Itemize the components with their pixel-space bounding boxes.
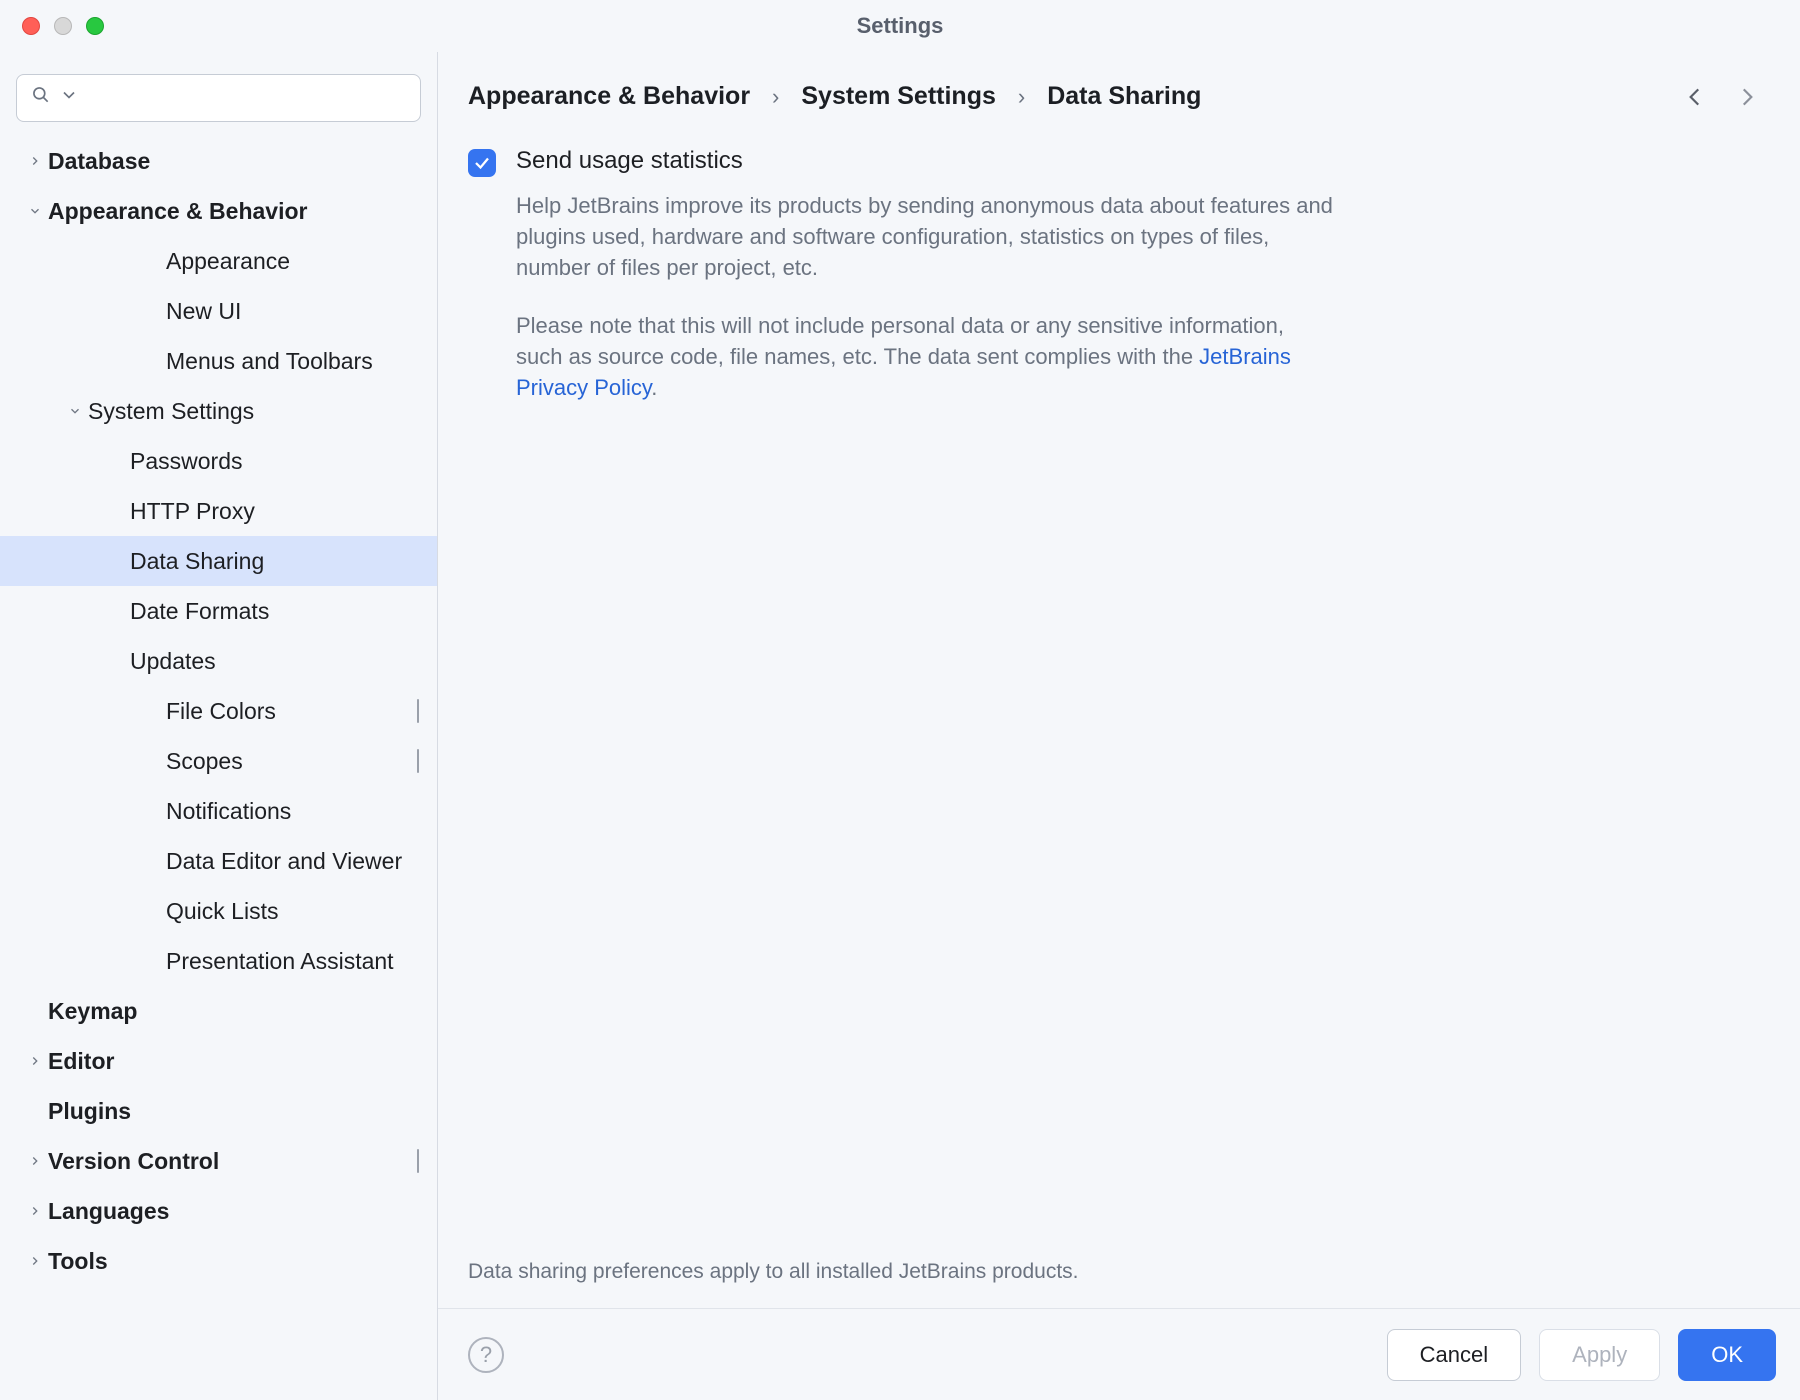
- tree-item[interactable]: Plugins: [0, 1086, 437, 1136]
- back-arrow-icon[interactable]: [1682, 84, 1708, 110]
- tree-item[interactable]: System Settings: [0, 386, 437, 436]
- tree-item-label: Notifications: [166, 798, 291, 825]
- breadcrumb-item[interactable]: System Settings: [801, 82, 996, 111]
- cancel-button[interactable]: Cancel: [1387, 1329, 1521, 1381]
- tree-item-label: Version Control: [48, 1148, 219, 1175]
- forward-arrow-icon: [1734, 84, 1760, 110]
- tree-item-label: File Colors: [166, 698, 276, 725]
- send-usage-statistics-label: Send usage statistics: [516, 147, 743, 175]
- tree-item-label: Appearance: [166, 248, 290, 275]
- tree-item[interactable]: HTTP Proxy: [0, 486, 437, 536]
- tree-item[interactable]: Data Sharing: [0, 536, 437, 586]
- tree-item[interactable]: Data Editor and Viewer: [0, 836, 437, 886]
- scope-box-icon: [417, 750, 419, 773]
- chevron-right-icon: [26, 152, 44, 170]
- tree-item[interactable]: Scopes: [0, 736, 437, 786]
- content-area: Send usage statistics Help JetBrains imp…: [438, 137, 1800, 1260]
- tree-item[interactable]: Menus and Toolbars: [0, 336, 437, 386]
- tree-item-label: Plugins: [48, 1098, 131, 1125]
- tree-item[interactable]: New UI: [0, 286, 437, 336]
- tree-item[interactable]: Tools: [0, 1236, 437, 1286]
- tree-item[interactable]: Appearance & Behavior: [0, 186, 437, 236]
- tree-item-label: Languages: [48, 1198, 169, 1225]
- apply-button: Apply: [1539, 1329, 1660, 1381]
- ok-button[interactable]: OK: [1678, 1329, 1776, 1381]
- tree-item[interactable]: Passwords: [0, 436, 437, 486]
- chevron-right-icon: ›: [772, 84, 779, 110]
- tree-item-label: Keymap: [48, 998, 137, 1025]
- tree-item[interactable]: Languages: [0, 1186, 437, 1236]
- tree-item-label: Database: [48, 148, 150, 175]
- description-paragraph: Help JetBrains improve its products by s…: [516, 191, 1336, 283]
- tree-item-label: HTTP Proxy: [130, 498, 255, 525]
- chevron-right-icon: ›: [1018, 84, 1025, 110]
- description-paragraph: Please note that this will not include p…: [516, 311, 1336, 403]
- sidebar: Database Appearance & Behavior Appearance N…: [0, 52, 438, 1400]
- search-input[interactable]: [87, 87, 406, 110]
- tree-item[interactable]: Editor: [0, 1036, 437, 1086]
- window-title: Settings: [0, 13, 1800, 39]
- tree-item-label: Data Sharing: [130, 548, 264, 575]
- minimize-window-button[interactable]: [54, 17, 72, 35]
- settings-tree[interactable]: Database Appearance & Behavior Appearance N…: [0, 136, 437, 1400]
- chevron-right-icon: [26, 1252, 44, 1270]
- tree-item[interactable]: File Colors: [0, 686, 437, 736]
- tree-item[interactable]: Date Formats: [0, 586, 437, 636]
- window-controls: [0, 17, 104, 35]
- breadcrumb-item[interactable]: Appearance & Behavior: [468, 82, 750, 111]
- tree-item-label: Date Formats: [130, 598, 269, 625]
- search-icon: [31, 85, 51, 111]
- settings-window: Settings DatabaseAppearance & BehaviorAp…: [0, 0, 1800, 1400]
- tree-item-label: System Settings: [88, 398, 254, 425]
- footnote-text: Data sharing preferences apply to all in…: [438, 1260, 1800, 1308]
- close-window-button[interactable]: [22, 17, 40, 35]
- checkmark-icon: [473, 154, 491, 172]
- chevron-right-icon: [26, 1052, 44, 1070]
- tree-item[interactable]: Quick Lists: [0, 886, 437, 936]
- tree-item[interactable]: Updates: [0, 636, 437, 686]
- chevron-down-icon: [26, 202, 44, 220]
- zoom-window-button[interactable]: [86, 17, 104, 35]
- titlebar: Settings: [0, 0, 1800, 52]
- breadcrumb-nav: [1682, 84, 1760, 110]
- tree-item-label: Editor: [48, 1048, 114, 1075]
- tree-item-label: Quick Lists: [166, 898, 278, 925]
- breadcrumb: Appearance & Behavior › System Settings …: [468, 82, 1201, 111]
- scope-box-icon: [417, 700, 419, 723]
- tree-item-label: Scopes: [166, 748, 243, 775]
- chevron-down-icon: [66, 402, 84, 420]
- help-button[interactable]: ?: [468, 1337, 504, 1373]
- tree-item-label: Data Editor and Viewer: [166, 848, 402, 875]
- search-field[interactable]: [16, 74, 421, 122]
- dialog-footer: ? Cancel Apply OK: [438, 1308, 1800, 1400]
- tree-item[interactable]: Version Control: [0, 1136, 437, 1186]
- chevron-right-icon: [26, 1152, 44, 1170]
- breadcrumb-item: Data Sharing: [1047, 82, 1201, 111]
- tree-item-label: Tools: [48, 1248, 108, 1275]
- tree-item[interactable]: Appearance: [0, 236, 437, 286]
- tree-item-label: Updates: [130, 648, 216, 675]
- tree-item-label: Presentation Assistant: [166, 948, 394, 975]
- chevron-down-icon: [59, 85, 79, 111]
- main-panel: Appearance & Behavior › System Settings …: [438, 52, 1800, 1400]
- tree-item-label: Passwords: [130, 448, 242, 475]
- tree-item-label: Appearance & Behavior: [48, 198, 307, 225]
- description-text: Help JetBrains improve its products by s…: [516, 191, 1336, 404]
- scope-box-icon: [417, 1150, 419, 1173]
- chevron-right-icon: [26, 1202, 44, 1220]
- tree-item[interactable]: Database: [0, 136, 437, 186]
- tree-item[interactable]: Presentation Assistant: [0, 936, 437, 986]
- send-usage-statistics-checkbox[interactable]: [468, 149, 496, 177]
- tree-item-label: Menus and Toolbars: [166, 348, 373, 375]
- tree-item[interactable]: Notifications: [0, 786, 437, 836]
- tree-item-label: New UI: [166, 298, 241, 325]
- tree-item[interactable]: Keymap: [0, 986, 437, 1036]
